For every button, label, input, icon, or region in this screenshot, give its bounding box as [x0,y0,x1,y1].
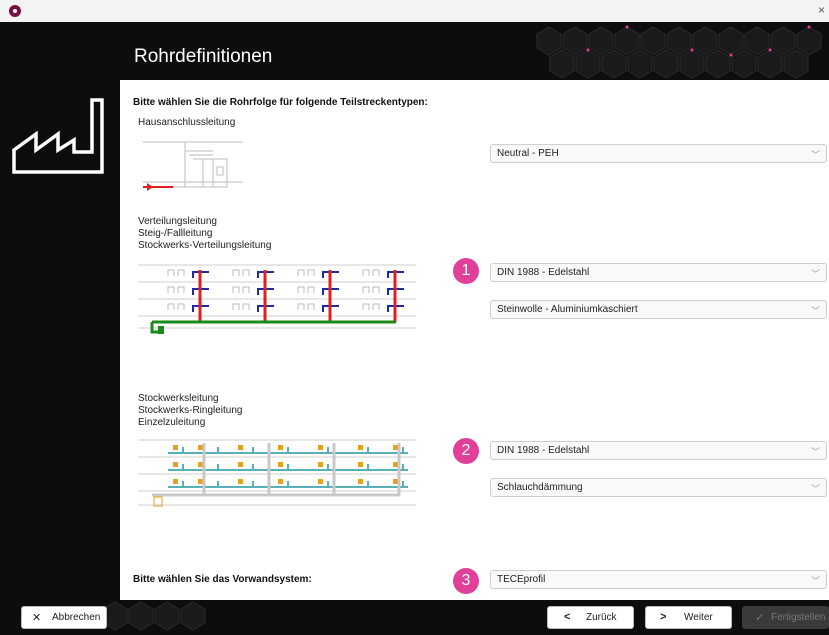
page-title: Rohrdefinitionen [134,46,273,67]
hexagon-pattern [102,601,206,631]
chevron-down-icon: ﹀ [810,484,820,494]
footer-bar: ✕ Abbrechen < Zurück > Weiter ✓ Fertigst… [0,600,829,635]
instruction-text: Bitte wählen Sie die Rohrfolge für folge… [133,97,428,108]
select-value: DIN 1988 - Edelstahl [497,267,590,278]
select-value: Steinwolle - Aluminiumkaschiert [497,304,638,315]
next-button[interactable]: > Weiter [645,606,732,629]
pipe-select-stockwerk[interactable]: DIN 1988 - Edelstahl ﹀ [490,441,827,460]
select-value: TECEprofil [497,574,546,585]
hausanschluss-diagram [143,141,243,191]
close-icon: ✕ [32,612,42,624]
sidebar [0,80,120,600]
app-icon [9,5,21,17]
insulation-select-verteilung[interactable]: Steinwolle - Aluminiumkaschiert ﹀ [490,300,827,319]
factory-icon [12,98,104,174]
section-label-hausanschluss: Hausanschlussleitung [138,117,236,128]
cancel-button-label: Abbrechen [52,612,101,623]
step-badge-3: 3 [453,568,479,594]
chevron-down-icon: ﹀ [810,306,820,316]
verteilung-diagram [138,264,416,334]
back-button[interactable]: < Zurück [547,606,634,629]
section-label-steigleitung: Steig-/Fallleitung [138,228,213,239]
step-badge-2: 2 [453,438,479,464]
back-button-label: Zurück [586,612,617,623]
section-label-verteilung: Verteilungsleitung [138,216,217,227]
chevron-left-icon: < [564,611,571,623]
pipe-select-hausanschluss[interactable]: Neutral - PEH ﹀ [490,144,827,163]
wall-system-select[interactable]: TECEprofil ﹀ [490,570,827,589]
section-label-stockwerksleitung: Stockwerksleitung [138,393,219,404]
insulation-select-stockwerk[interactable]: Schlauchdämmung ﹀ [490,478,827,497]
chevron-down-icon: ﹀ [810,576,820,586]
select-value: DIN 1988 - Edelstahl [497,445,590,456]
wall-system-label: Bitte wählen Sie das Vorwandsystem: [133,574,312,585]
window-close-icon[interactable]: × [818,3,825,17]
section-label-stockwerksverteilung: Stockwerks-Verteilungsleitung [138,240,272,251]
hexagon-pattern [536,25,822,79]
title-bar: × [0,0,829,23]
select-value: Schlauchdämmung [497,482,583,493]
section-label-einzelzuleitung: Einzelzuleitung [138,417,206,428]
chevron-down-icon: ﹀ [810,150,820,160]
check-icon: ✓ [755,612,765,624]
chevron-down-icon: ﹀ [810,447,820,457]
chevron-right-icon: > [660,611,667,623]
chevron-down-icon: ﹀ [810,269,820,279]
stockwerk-diagram [138,439,416,507]
next-button-label: Weiter [684,612,713,623]
main-content: Bitte wählen Sie die Rohrfolge für folge… [120,80,829,600]
finish-button-label: Fertigstellen [771,612,826,623]
cancel-button[interactable]: ✕ Abbrechen [21,606,107,629]
step-badge-1: 1 [453,258,479,284]
header-banner: Rohrdefinitionen [0,22,829,80]
pipe-select-verteilung[interactable]: DIN 1988 - Edelstahl ﹀ [490,263,827,282]
finish-button[interactable]: ✓ Fertigstellen [742,606,829,629]
select-value: Neutral - PEH [497,148,559,159]
section-label-ringleitung: Stockwerks-Ringleitung [138,405,243,416]
